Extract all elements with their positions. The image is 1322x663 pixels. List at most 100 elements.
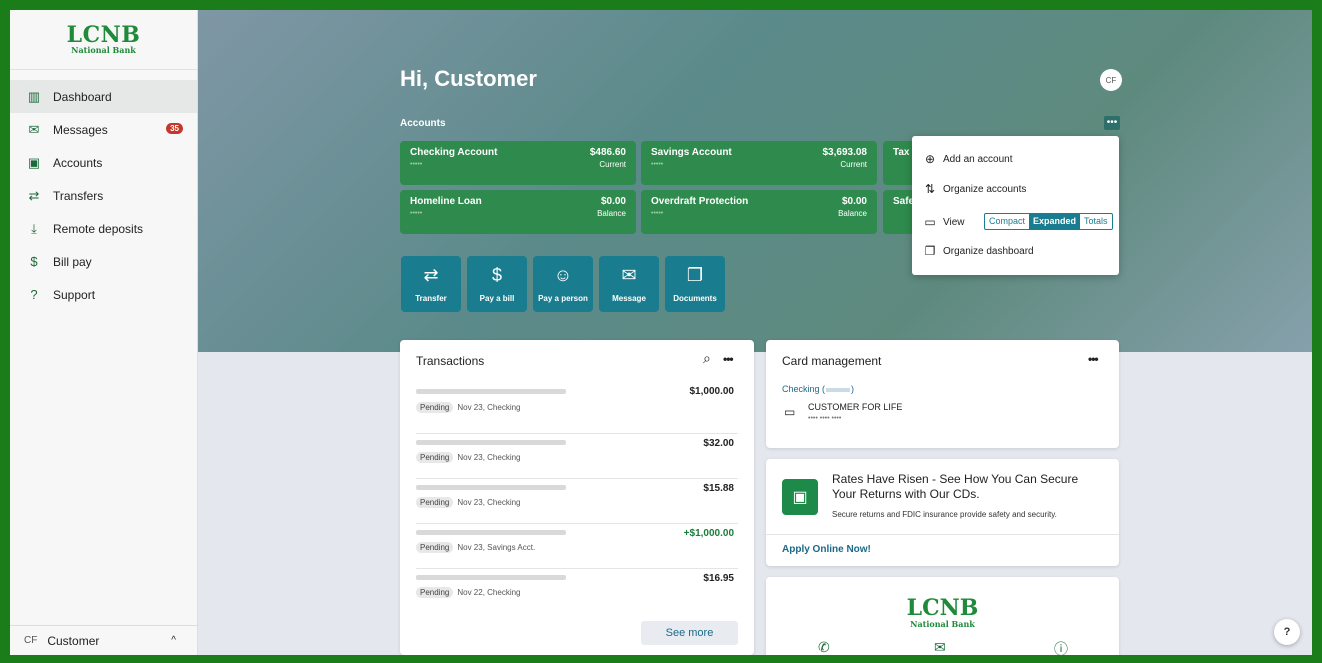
window-icon: ▭ <box>924 215 936 229</box>
message-icon: ✉ <box>621 265 637 285</box>
message-button[interactable]: ✉ Message <box>599 256 659 312</box>
status-badge: Pending <box>416 542 454 553</box>
status-badge: Pending <box>416 402 454 413</box>
help-button[interactable]: ? <box>1274 619 1300 645</box>
transaction-amount: $1,000.00 <box>689 386 735 397</box>
footer-logo: LCNB National Bank <box>906 595 979 629</box>
account-card-homeline-loan[interactable]: Homeline Loan ••••• $0.00 Balance <box>400 190 636 234</box>
page-title: Hi, Customer <box>400 66 537 91</box>
table-row[interactable]: Pending Nov 22, Checking $16.95 <box>416 569 738 614</box>
add-account-item[interactable]: ⊕ Add an account <box>923 152 1013 166</box>
sidebar-item-label: Messages <box>53 122 108 137</box>
view-expanded-option[interactable]: Expanded <box>1029 214 1081 229</box>
balance-label: Balance <box>597 209 626 218</box>
sidebar: LCNB National Bank ▥ Dashboard ✉ Message… <box>10 10 198 655</box>
account-balance: $3,693.08 <box>822 147 868 158</box>
sidebar-item-transfers[interactable]: ⇄ Transfers <box>10 179 197 212</box>
account-card-overdraft[interactable]: Overdraft Protection ••••• $0.00 Balance <box>641 190 877 234</box>
see-more-button[interactable]: See more <box>641 621 738 645</box>
search-icon[interactable]: ⌕ <box>703 350 711 367</box>
deposit-icon: ⤓ <box>31 220 37 236</box>
apply-online-link[interactable]: Apply Online Now! <box>782 544 871 555</box>
pay-person-button[interactable]: ☺ Pay a person <box>533 256 593 312</box>
logo-wordmark: LCNB <box>66 22 141 48</box>
promo-body: Secure returns and FDIC insurance provid… <box>832 510 1057 519</box>
transaction-amount: $15.88 <box>703 483 734 494</box>
envelope-icon: ✉ <box>28 121 40 137</box>
account-name: Overdraft Protection <box>651 196 749 207</box>
view-compact-option[interactable]: Compact <box>985 214 1029 229</box>
message-icon[interactable]: ✉ <box>934 639 946 655</box>
dashboard-icon: ▥ <box>27 88 41 104</box>
logo[interactable]: LCNB National Bank <box>10 10 197 70</box>
user-initials: CF <box>24 635 38 646</box>
transfer-icon: ⇄ <box>423 265 439 285</box>
organize-dashboard-item[interactable]: ❐ Organize dashboard <box>923 244 1034 258</box>
sidebar-item-label: Transfers <box>53 188 104 203</box>
sidebar-item-messages[interactable]: ✉ Messages 35 <box>10 113 197 146</box>
sidebar-item-bill-pay[interactable]: $ Bill pay <box>10 245 197 278</box>
bill-icon: $ <box>491 265 502 285</box>
card-account-link[interactable]: Checking () <box>782 384 854 394</box>
account-name: Homeline Loan <box>410 196 482 207</box>
card-more-button[interactable]: ••• <box>1088 352 1099 366</box>
unread-badge: 35 <box>166 123 183 134</box>
bill-icon: $ <box>30 254 38 269</box>
sidebar-item-label: Bill pay <box>53 254 92 269</box>
sidebar-item-accounts[interactable]: ▣ Accounts <box>10 146 197 179</box>
accounts-more-button[interactable]: ••• <box>1104 116 1120 130</box>
help-circle-icon: ? <box>30 287 38 302</box>
balance-label: Current <box>599 160 626 169</box>
avatar[interactable]: CF <box>1100 69 1122 91</box>
transactions-panel: Transactions ⌕ ••• Pending Nov 23, Check… <box>400 340 754 655</box>
account-balance: $0.00 <box>600 196 626 207</box>
chevron-up-icon: ^ <box>171 635 176 646</box>
logo-subtitle: National Bank <box>71 45 136 55</box>
transactions-more-button[interactable]: ••• <box>723 352 734 366</box>
sidebar-item-label: Support <box>53 287 96 302</box>
transaction-amount: $32.00 <box>703 438 734 449</box>
transactions-title: Transactions <box>416 354 485 368</box>
pay-bill-button[interactable]: $ Pay a bill <box>467 256 527 312</box>
user-menu[interactable]: CF Customer ^ <box>10 625 198 655</box>
layers-icon: ❐ <box>924 244 936 258</box>
app-window: LCNB National Bank ▥ Dashboard ✉ Message… <box>10 10 1312 655</box>
view-label: ▭ View <box>924 215 965 229</box>
account-name: Safe <box>893 196 915 207</box>
account-card-savings[interactable]: Savings Account ••••• $3,693.08 Current <box>641 141 877 185</box>
sidebar-item-support[interactable]: ? Support <box>10 278 197 311</box>
table-row[interactable]: Pending Nov 23, Checking $1,000.00 <box>416 386 738 434</box>
transaction-amount: $16.95 <box>703 573 734 584</box>
balance-label: Current <box>840 160 867 169</box>
sidebar-item-label: Remote deposits <box>53 221 144 236</box>
phone-icon[interactable]: ✆ <box>818 639 830 655</box>
info-icon[interactable]: ⓘ <box>1054 639 1068 655</box>
person-icon: ☺ <box>553 265 573 285</box>
plus-circle-icon: ⊕ <box>924 152 936 166</box>
accounts-heading: Accounts <box>400 118 446 129</box>
sort-icon: ⇅ <box>924 182 936 196</box>
table-row[interactable]: Pending Nov 23, Checking $32.00 <box>416 434 738 479</box>
status-badge: Pending <box>416 452 454 463</box>
promo-panel: ▣ Rates Have Risen - See How You Can Sec… <box>766 459 1119 566</box>
sidebar-item-label: Dashboard <box>53 89 112 104</box>
sidebar-item-label: Accounts <box>53 155 103 170</box>
view-toggle: Compact Expanded Totals <box>984 213 1113 230</box>
organize-accounts-item[interactable]: ⇅ Organize accounts <box>923 182 1026 196</box>
card-management-title: Card management <box>782 354 882 368</box>
user-name: Customer <box>47 633 100 648</box>
account-card-checking[interactable]: Checking Account ••••• $486.60 Current <box>400 141 636 185</box>
credit-card-icon: ▭ <box>784 405 796 419</box>
transfer-button[interactable]: ⇄ Transfer <box>401 256 461 312</box>
sidebar-nav: ▥ Dashboard ✉ Messages 35 ▣ Accounts ⇄ T… <box>10 80 197 311</box>
card-management-panel: Card management ••• Checking () ▭ CUSTOM… <box>766 340 1119 448</box>
table-row[interactable]: Pending Nov 23, Savings Acct. +$1,000.00 <box>416 524 738 569</box>
wallet-icon: ▣ <box>782 479 818 515</box>
sidebar-item-dashboard[interactable]: ▥ Dashboard <box>10 80 197 113</box>
documents-button[interactable]: ❐ Documents <box>665 256 725 312</box>
view-totals-option[interactable]: Totals <box>1080 214 1112 229</box>
sidebar-item-remote-deposits[interactable]: ⤓ Remote deposits <box>10 212 197 245</box>
table-row[interactable]: Pending Nov 23, Checking $15.88 <box>416 479 738 524</box>
promo-headline: Rates Have Risen - See How You Can Secur… <box>832 472 1079 501</box>
transaction-amount: +$1,000.00 <box>683 528 734 539</box>
